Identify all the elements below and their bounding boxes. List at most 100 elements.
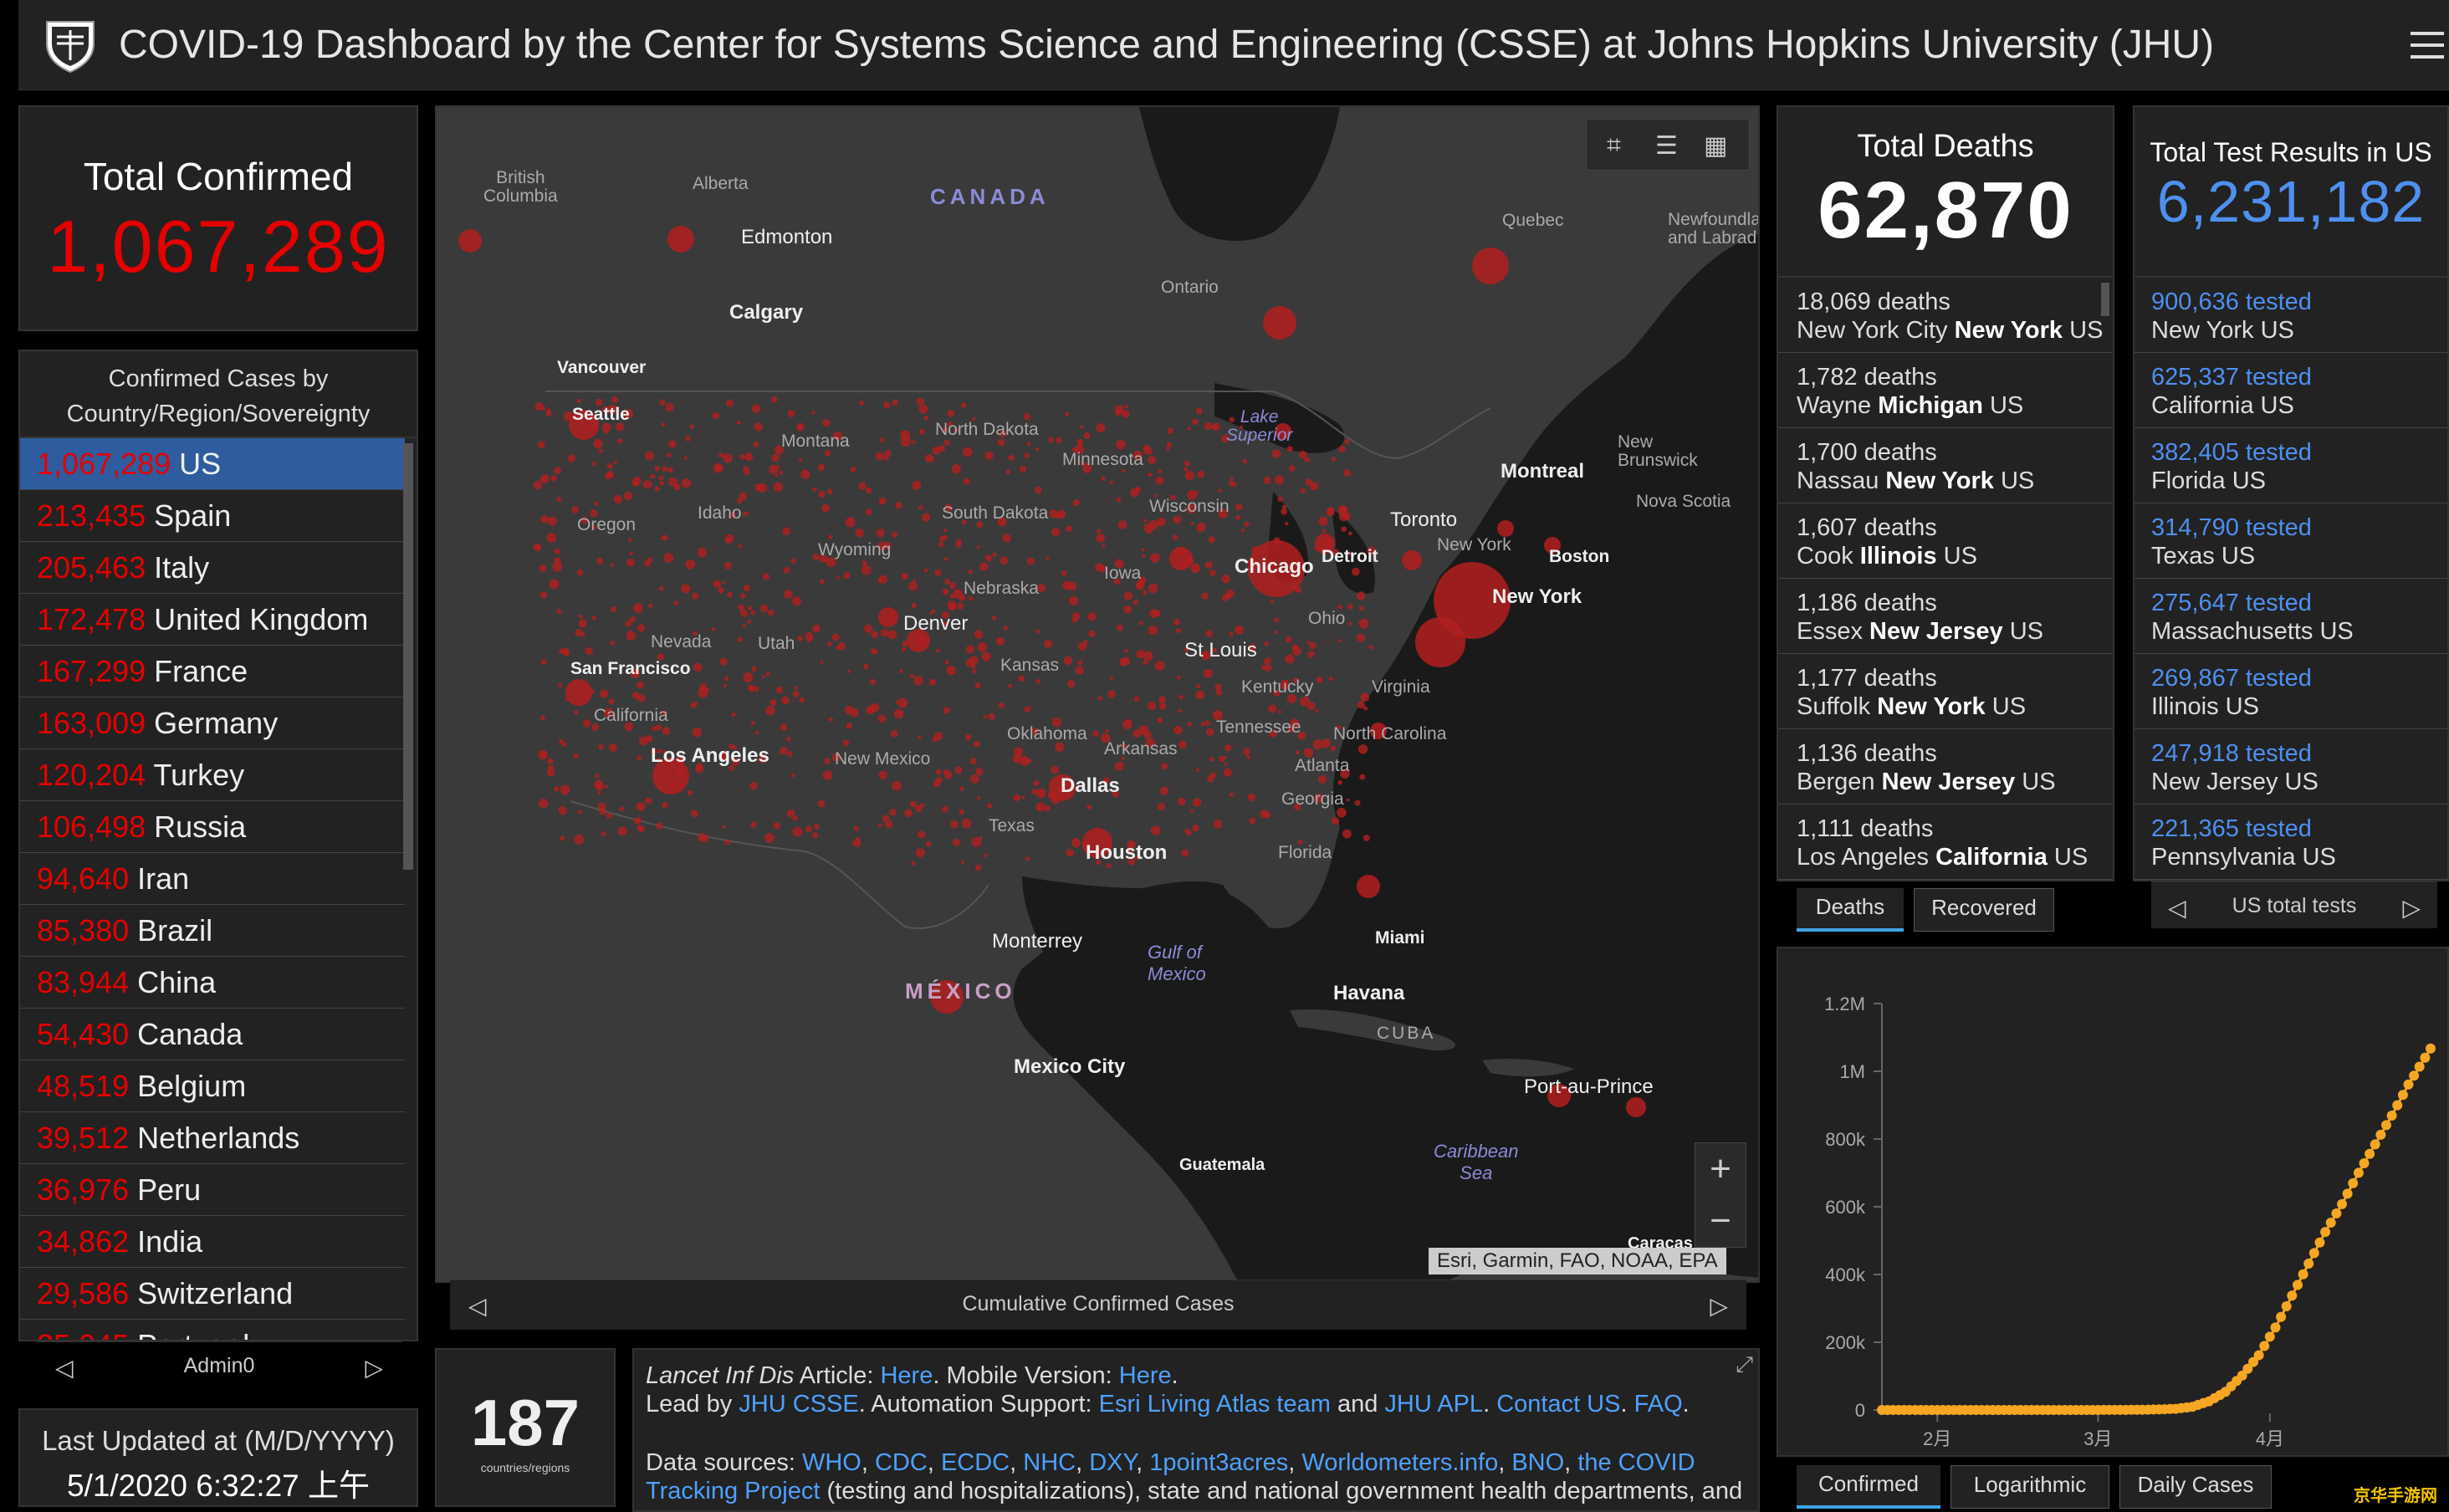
country-row[interactable]: 36,976 Peru	[20, 1164, 405, 1216]
death-row[interactable]: 1,177 deaths Suffolk New York US	[1778, 654, 2113, 729]
country-row[interactable]: 54,430 Canada	[20, 1009, 405, 1060]
country-row[interactable]: 120,204 Turkey	[20, 749, 405, 801]
deaths-tabs: Deaths Recovered	[1797, 881, 2114, 933]
contact-link[interactable]: Contact US	[1496, 1391, 1620, 1418]
case-bubble	[760, 604, 769, 613]
test-row[interactable]: 900,636 tested New York US	[2135, 278, 2447, 353]
1point3acres-link[interactable]: 1point3acres	[1149, 1449, 1288, 1476]
death-row[interactable]: 1,607 deaths Cook Illinois US	[1778, 503, 2113, 579]
deaths-scrollbar[interactable]	[2101, 283, 2109, 316]
country-row[interactable]: 172,478 United Kingdom	[20, 594, 405, 646]
country-row[interactable]: 39,512 Netherlands	[20, 1112, 405, 1164]
case-bubble	[647, 557, 653, 564]
test-row[interactable]: 625,337 tested California US	[2135, 353, 2447, 428]
death-row[interactable]: 1,782 deaths Wayne Michigan US	[1778, 353, 2113, 428]
death-row[interactable]: 1,700 deaths Nassau New York US	[1778, 428, 2113, 503]
case-bubble	[910, 801, 917, 808]
label-montreal: Montreal	[1501, 460, 1585, 483]
test-row[interactable]: 221,365 tested Pennsylvania US	[2135, 805, 2447, 880]
country-row[interactable]: 167,299 France	[20, 646, 405, 697]
case-bubble	[1209, 756, 1214, 762]
case-bubble-large	[1415, 617, 1465, 667]
article-link[interactable]: Here	[880, 1362, 933, 1389]
map-panel[interactable]: British Columbia Alberta CANADA Edmonton…	[435, 105, 1760, 1283]
country-row[interactable]: 213,435 Spain	[20, 490, 405, 542]
worldometers-link[interactable]: Worldometers.info	[1301, 1449, 1498, 1476]
test-row[interactable]: 275,647 tested Massachusetts US	[2135, 579, 2447, 654]
faq-link[interactable]: FAQ	[1634, 1391, 1683, 1418]
ecdc-link[interactable]: ECDC	[941, 1449, 1010, 1476]
who-link[interactable]: WHO	[802, 1449, 861, 1476]
country-count: 54,430	[37, 1017, 130, 1051]
map-canvas[interactable]	[437, 107, 1760, 1283]
cdc-link[interactable]: CDC	[875, 1449, 928, 1476]
test-row[interactable]: 269,867 tested Illinois US	[2135, 654, 2447, 729]
tab-logarithmic[interactable]: Logarithmic	[1951, 1465, 2109, 1509]
country-row[interactable]: 1,067,289 US	[20, 438, 405, 490]
tab-deaths[interactable]: Deaths	[1797, 888, 1904, 932]
case-bubble	[1150, 553, 1160, 563]
death-place: Suffolk	[1797, 693, 1871, 720]
legend-list-icon[interactable]: ☰	[1655, 131, 1678, 161]
country-row[interactable]: 163,009 Germany	[20, 697, 405, 749]
zoom-out-button[interactable]: −	[1695, 1195, 1746, 1247]
country-row[interactable]: 48,519 Belgium	[20, 1060, 405, 1112]
test-row[interactable]: 382,405 tested Florida US	[2135, 428, 2447, 503]
expand-icon[interactable]: ⤢	[1736, 1350, 1753, 1378]
country-row[interactable]: 34,862 India	[20, 1216, 405, 1268]
case-bubble	[1304, 457, 1310, 462]
case-bubble	[1005, 469, 1011, 475]
test-row[interactable]: 314,790 tested Texas US	[2135, 503, 2447, 579]
case-bubble	[1363, 835, 1370, 841]
country-row[interactable]: 106,498 Russia	[20, 801, 405, 853]
country-row[interactable]: 29,586 Switzerland	[20, 1268, 405, 1320]
country-row[interactable]: 94,640 Iran	[20, 853, 405, 905]
label-st-louis: St Louis	[1184, 639, 1257, 662]
tests-list[interactable]: 900,636 tested New York US 625,337 tested C…	[2135, 278, 2447, 880]
country-list-scrollbar[interactable]	[403, 443, 413, 870]
chevron-right-icon[interactable]: ▷	[365, 1354, 383, 1382]
test-row[interactable]: 247,918 tested New Jersey US	[2135, 729, 2447, 805]
jhu-apl-link[interactable]: JHU APL	[1384, 1391, 1483, 1418]
death-row[interactable]: 1,136 deaths Bergen New Jersey US	[1778, 729, 2113, 805]
jhu-csse-link[interactable]: JHU CSSE	[739, 1391, 858, 1418]
basemap-gallery-icon[interactable]: ▦	[1704, 131, 1727, 161]
series-point	[2386, 1111, 2397, 1121]
hamburger-menu-icon[interactable]	[2411, 32, 2444, 60]
deaths-list[interactable]: 18,069 deaths New York City New York US 1,…	[1778, 278, 2113, 880]
country-row[interactable]: 25,045 Portugal	[20, 1320, 405, 1340]
y-tick-label: 1M	[1839, 1061, 1865, 1082]
country-row[interactable]: 205,463 Italy	[20, 542, 405, 594]
chevron-right-icon[interactable]: ▷	[2402, 894, 2421, 922]
case-bubble	[1352, 567, 1360, 576]
nhc-link[interactable]: NHC	[1023, 1449, 1076, 1476]
chevron-right-icon[interactable]: ▷	[1710, 1292, 1728, 1320]
country-row[interactable]: 83,944 China	[20, 957, 405, 1009]
bno-link[interactable]: BNO	[1511, 1449, 1564, 1476]
country-list-rows[interactable]: 1,067,289 US 213,435 Spain 205,463 Italy 17…	[20, 438, 405, 1340]
case-bubble	[558, 806, 568, 815]
tab-daily-cases[interactable]: Daily Cases	[2119, 1465, 2272, 1509]
case-bubble	[540, 515, 549, 524]
tab-confirmed[interactable]: Confirmed	[1797, 1465, 1940, 1509]
country-row[interactable]: 85,380 Brazil	[20, 905, 405, 957]
case-bubble	[1315, 709, 1318, 713]
tab-recovered[interactable]: Recovered	[1914, 888, 2054, 932]
mobile-link[interactable]: Here	[1119, 1362, 1172, 1389]
esri-link[interactable]: Esri Living Atlas team	[1099, 1391, 1331, 1418]
zoom-in-button[interactable]: +	[1695, 1143, 1746, 1195]
case-bubble	[1190, 563, 1200, 574]
death-row[interactable]: 1,111 deaths Los Angeles California US	[1778, 805, 2113, 880]
case-bubble	[942, 805, 948, 813]
death-row[interactable]: 18,069 deaths New York City New York US	[1778, 278, 2113, 353]
case-bubble	[842, 739, 850, 747]
case-bubble	[876, 529, 885, 538]
case-bubble	[1143, 446, 1153, 455]
bookmark-icon[interactable]: ⌗	[1607, 131, 1621, 160]
case-bubble	[726, 399, 734, 407]
case-bubble	[556, 608, 562, 615]
case-bubble	[1337, 639, 1342, 643]
case-bubble	[935, 769, 942, 775]
death-row[interactable]: 1,186 deaths Essex New Jersey US	[1778, 579, 2113, 654]
dxy-link[interactable]: DXY	[1089, 1449, 1136, 1476]
